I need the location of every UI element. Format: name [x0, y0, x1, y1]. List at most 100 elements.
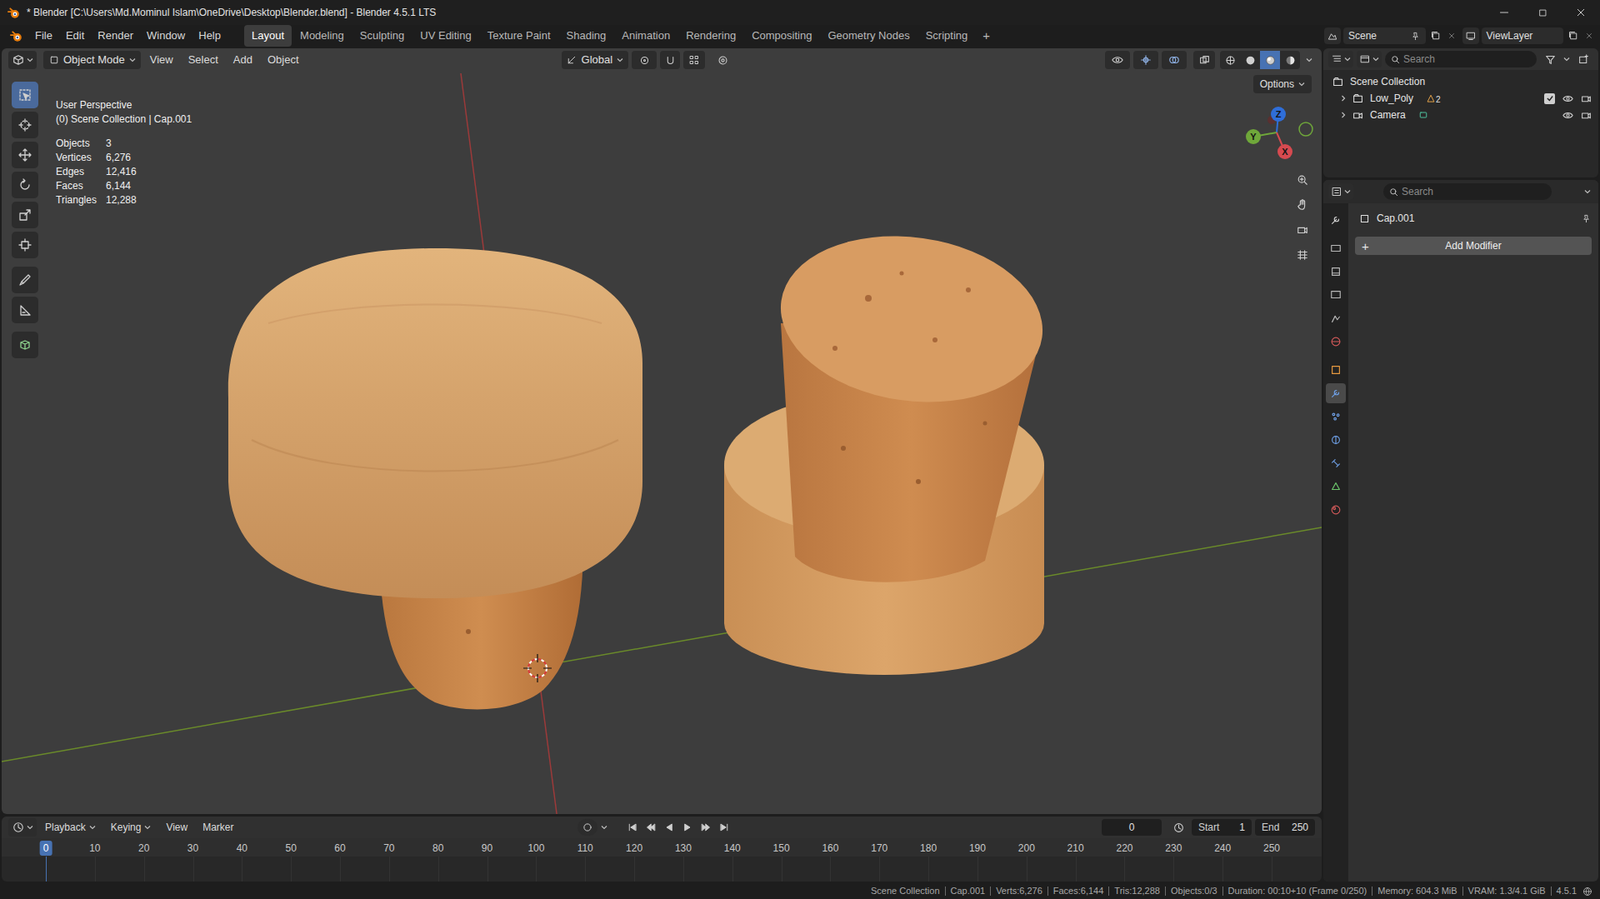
frame-tick[interactable]: 120 [622, 840, 646, 856]
modifier-tab-icon[interactable] [1325, 383, 1346, 404]
camera-data-icon[interactable] [1417, 109, 1430, 121]
frame-tick[interactable]: 220 [1112, 840, 1136, 856]
workspace-tab[interactable]: UV Editing [412, 25, 479, 47]
add-cube-icon[interactable] [11, 331, 39, 359]
orientation-dropdown[interactable]: Global [561, 50, 630, 70]
scene-tab-icon[interactable] [1325, 308, 1346, 329]
prev-keyframe-icon[interactable] [642, 819, 660, 836]
constraints-tab-icon[interactable] [1325, 453, 1346, 474]
frame-tick[interactable]: 230 [1161, 840, 1185, 856]
menu-item[interactable]: Help [191, 27, 228, 45]
preview-range-icon[interactable] [1168, 819, 1189, 836]
jump-end-icon[interactable] [715, 819, 733, 836]
world-tab-icon[interactable] [1325, 331, 1346, 352]
workspace-tab[interactable]: Compositing [744, 25, 820, 47]
frame-tick[interactable]: 170 [867, 840, 891, 856]
measure-icon[interactable] [11, 296, 39, 324]
shading-options-icon[interactable] [1303, 50, 1315, 70]
frame-tick[interactable]: 160 [818, 840, 842, 856]
frame-tick[interactable]: 210 [1064, 840, 1088, 856]
frame-tick[interactable]: 20 [135, 840, 153, 856]
current-frame-field[interactable]: 0 [1101, 819, 1162, 836]
record-keyframe-icon[interactable] [577, 819, 598, 836]
transform-icon[interactable] [11, 231, 39, 259]
outliner-item-label[interactable]: Camera [1370, 107, 1406, 123]
material-preview-icon[interactable] [1260, 50, 1280, 70]
select-box-icon[interactable] [11, 81, 39, 109]
viewport-menu[interactable]: Add [227, 51, 259, 69]
new-collection-icon[interactable] [1573, 50, 1594, 68]
rotate-icon[interactable] [11, 171, 39, 199]
outliner-row[interactable]: Scene Collection [1323, 73, 1599, 90]
frame-tick[interactable]: 140 [720, 840, 745, 856]
timeline-menu[interactable]: Keying [104, 820, 159, 835]
gizmo-toggle-icon[interactable] [1133, 50, 1159, 70]
workspace-tab[interactable]: Geometry Nodes [820, 25, 917, 47]
viewport-menu[interactable]: View [144, 51, 180, 69]
menu-item[interactable]: Render [90, 27, 140, 45]
workspace-tab[interactable]: Animation [614, 25, 678, 47]
output-tab-icon[interactable] [1325, 261, 1346, 282]
editor-type-button[interactable] [8, 818, 37, 837]
navigation-gizmo[interactable]: ZYX [1235, 90, 1319, 174]
chevron-icon[interactable] [1581, 183, 1594, 200]
chevron-icon[interactable] [1563, 50, 1570, 68]
solid-shading-icon[interactable] [1240, 50, 1260, 70]
frame-tick[interactable]: 130 [671, 840, 695, 856]
gizmo-axis[interactable]: X [1277, 144, 1293, 160]
chevron-icon[interactable] [599, 819, 610, 836]
view-layer-icon[interactable] [1462, 27, 1480, 45]
filter-icon[interactable] [1540, 50, 1560, 68]
outliner-search-input[interactable] [1403, 51, 1532, 67]
scene-icon[interactable] [1324, 27, 1341, 45]
tool-tab-icon[interactable] [1325, 210, 1346, 230]
start-frame-field[interactable]: Start1 [1191, 819, 1252, 836]
particles-tab-icon[interactable] [1325, 406, 1346, 427]
eye-icon[interactable] [1560, 108, 1575, 122]
snap-icon[interactable] [660, 50, 680, 70]
scene-name[interactable]: Scene [1348, 28, 1377, 44]
workspace-tab[interactable]: Sculpting [352, 25, 412, 47]
editor-type-button[interactable] [1328, 50, 1354, 68]
properties-search-field[interactable] [1383, 183, 1552, 200]
expand-arrow-icon[interactable] [1338, 110, 1349, 120]
frame-tick[interactable]: 10 [85, 840, 104, 856]
move-icon[interactable] [11, 141, 39, 169]
exclude-checkbox[interactable] [1544, 93, 1555, 105]
pin-icon[interactable] [1580, 212, 1592, 225]
render-camera-icon[interactable] [1578, 108, 1594, 122]
mesh-count-badge[interactable]: 2 [1425, 93, 1441, 105]
workspace-tab[interactable]: Rendering [678, 25, 744, 47]
options-button[interactable]: Options [1253, 75, 1312, 94]
jump-start-icon[interactable] [624, 819, 641, 836]
workspace-tab[interactable]: Layout [244, 25, 292, 47]
render-tab-icon[interactable] [1325, 238, 1346, 259]
frame-tick[interactable]: 250 [1260, 840, 1284, 856]
scale-icon[interactable] [11, 201, 39, 229]
close-icon[interactable] [1561, 0, 1600, 25]
frame-tick[interactable]: 240 [1210, 840, 1235, 856]
pin-icon[interactable] [1410, 30, 1421, 41]
wireframe-shading-icon[interactable] [1220, 50, 1240, 70]
blender-menu-icon[interactable] [8, 28, 24, 44]
duplicate-icon[interactable] [1428, 27, 1444, 45]
frame-tick[interactable]: 190 [965, 840, 990, 856]
gizmo-axis[interactable]: Y [1245, 129, 1261, 145]
timeline-menu[interactable]: Playback [38, 820, 103, 835]
maximize-icon[interactable] [1523, 0, 1562, 25]
frame-tick[interactable]: 60 [330, 840, 349, 856]
frame-tick[interactable]: 110 [574, 840, 597, 856]
proportional-edit-icon[interactable] [711, 50, 734, 70]
eye-icon[interactable] [1560, 91, 1575, 105]
zoom-icon[interactable] [1290, 168, 1315, 192]
frame-tick[interactable]: 90 [478, 840, 496, 856]
viewport-menu[interactable]: Object [261, 51, 305, 69]
frame-tick[interactable]: 0 [40, 840, 53, 856]
frame-tick[interactable]: 150 [770, 840, 794, 856]
play-icon[interactable] [679, 819, 696, 836]
frame-tick[interactable]: 30 [184, 840, 202, 856]
menu-item[interactable]: Edit [59, 27, 91, 45]
scene-field[interactable]: Scene [1343, 27, 1426, 45]
remove-icon[interactable] [1583, 27, 1595, 45]
add-modifier-button[interactable]: +Add Modifier [1355, 236, 1592, 255]
